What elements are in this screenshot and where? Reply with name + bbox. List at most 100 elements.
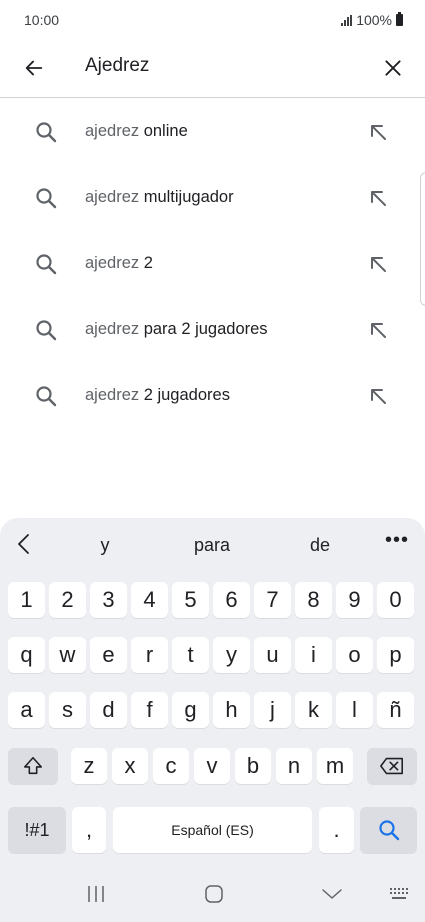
key-a[interactable]: a bbox=[8, 692, 45, 728]
backspace-key[interactable] bbox=[367, 748, 417, 784]
search-header: Ajedrez bbox=[0, 40, 425, 98]
key-g[interactable]: g bbox=[172, 692, 209, 728]
key-h[interactable]: h bbox=[213, 692, 250, 728]
suggestion-item[interactable]: ajedrez multijugador bbox=[0, 165, 425, 231]
keyboard-icon bbox=[390, 888, 408, 899]
chevron-down-icon bbox=[322, 889, 342, 899]
search-icon bbox=[36, 254, 57, 275]
suggestion-list: ajedrez online ajedrez multijugador ajed… bbox=[0, 99, 425, 429]
suggestion-item[interactable]: ajedrez para 2 jugadores bbox=[0, 297, 425, 363]
keyboard: y para de ••• !#1 , Español (ES) . 1 2 3… bbox=[0, 518, 425, 922]
symbols-key[interactable]: !#1 bbox=[8, 807, 66, 853]
battery-text: 100% bbox=[356, 12, 392, 28]
key-c[interactable]: c bbox=[153, 748, 189, 784]
chevron-left-icon bbox=[18, 534, 29, 554]
key-f[interactable]: f bbox=[131, 692, 168, 728]
key-4[interactable]: 4 bbox=[131, 582, 168, 618]
suggestion-label: ajedrez multijugador bbox=[85, 188, 234, 207]
status-right: 100% bbox=[341, 12, 403, 28]
key-b[interactable]: b bbox=[235, 748, 271, 784]
prediction-word[interactable]: de bbox=[298, 535, 342, 556]
arrow-up-left-icon[interactable] bbox=[366, 252, 390, 276]
key-q[interactable]: q bbox=[8, 637, 45, 673]
search-icon bbox=[36, 188, 57, 209]
signal-icon bbox=[341, 14, 353, 26]
status-bar: 10:00 100% bbox=[0, 0, 425, 40]
key-k[interactable]: k bbox=[295, 692, 332, 728]
space-key[interactable]: Español (ES) bbox=[113, 807, 312, 853]
key-8[interactable]: 8 bbox=[295, 582, 332, 618]
arrow-up-left-icon[interactable] bbox=[366, 318, 390, 342]
key-9[interactable]: 9 bbox=[336, 582, 373, 618]
key-n[interactable]: n bbox=[276, 748, 312, 784]
suggestion-label: ajedrez para 2 jugadores bbox=[85, 320, 268, 339]
key-d[interactable]: d bbox=[90, 692, 127, 728]
suggestion-rest: para 2 jugadores bbox=[139, 320, 268, 338]
period-key[interactable]: . bbox=[319, 807, 354, 853]
suggestion-label: ajedrez 2 bbox=[85, 254, 153, 273]
key-7[interactable]: 7 bbox=[254, 582, 291, 618]
home-button[interactable] bbox=[194, 878, 234, 910]
close-icon bbox=[385, 60, 401, 76]
key-u[interactable]: u bbox=[254, 637, 291, 673]
arrow-up-left-icon[interactable] bbox=[366, 120, 390, 144]
clear-button[interactable] bbox=[373, 48, 413, 88]
key-t[interactable]: t bbox=[172, 637, 209, 673]
key-m[interactable]: m bbox=[317, 748, 353, 784]
prediction-word[interactable]: para bbox=[182, 535, 242, 556]
status-time: 10:00 bbox=[24, 12, 60, 28]
recents-icon bbox=[88, 886, 104, 902]
prediction-bar: y para de ••• bbox=[0, 518, 425, 570]
key-v[interactable]: v bbox=[194, 748, 230, 784]
key-5[interactable]: 5 bbox=[172, 582, 209, 618]
key-l[interactable]: l bbox=[336, 692, 373, 728]
key-j[interactable]: j bbox=[254, 692, 291, 728]
search-icon bbox=[378, 820, 399, 841]
key-w[interactable]: w bbox=[49, 637, 86, 673]
key-p[interactable]: p bbox=[377, 637, 414, 673]
key-o[interactable]: o bbox=[336, 637, 373, 673]
key-x[interactable]: x bbox=[112, 748, 148, 784]
search-icon bbox=[36, 320, 57, 341]
suggestion-prefix: ajedrez bbox=[85, 320, 140, 338]
key-z[interactable]: z bbox=[71, 748, 107, 784]
arrow-up-left-icon[interactable] bbox=[366, 384, 390, 408]
key-s[interactable]: s bbox=[49, 692, 86, 728]
suggestion-item[interactable]: ajedrez online bbox=[0, 99, 425, 165]
suggestion-label: ajedrez online bbox=[85, 122, 188, 141]
more-options-button[interactable]: ••• bbox=[383, 529, 411, 557]
suggestion-item[interactable]: ajedrez 2 jugadores bbox=[0, 363, 425, 429]
search-icon bbox=[36, 386, 57, 407]
key-3[interactable]: 3 bbox=[90, 582, 127, 618]
prediction-word[interactable]: y bbox=[85, 535, 125, 556]
search-icon bbox=[36, 122, 57, 143]
search-key[interactable] bbox=[360, 807, 417, 853]
shift-icon bbox=[23, 756, 43, 775]
suggestion-prefix: ajedrez bbox=[85, 188, 140, 206]
suggestion-prefix: ajedrez bbox=[85, 254, 140, 272]
key-2[interactable]: 2 bbox=[49, 582, 86, 618]
key-e[interactable]: e bbox=[90, 637, 127, 673]
key-0[interactable]: 0 bbox=[377, 582, 414, 618]
key-1[interactable]: 1 bbox=[8, 582, 45, 618]
suggestion-rest: multijugador bbox=[139, 188, 234, 206]
back-button[interactable] bbox=[14, 48, 54, 88]
key-ñ[interactable]: ñ bbox=[377, 692, 414, 728]
edge-panel-handle[interactable] bbox=[420, 172, 425, 306]
key-r[interactable]: r bbox=[131, 637, 168, 673]
suggestion-item[interactable]: ajedrez 2 bbox=[0, 231, 425, 297]
suggestion-rest: 2 bbox=[139, 254, 153, 272]
keyboard-switch-button[interactable] bbox=[380, 878, 420, 910]
prediction-back-button[interactable] bbox=[10, 530, 38, 558]
arrow-up-left-icon[interactable] bbox=[366, 186, 390, 210]
suggestion-rest: 2 jugadores bbox=[139, 386, 230, 404]
suggestion-prefix: ajedrez bbox=[85, 122, 140, 140]
hide-keyboard-button[interactable] bbox=[312, 878, 352, 910]
recents-button[interactable] bbox=[76, 878, 116, 910]
key-6[interactable]: 6 bbox=[213, 582, 250, 618]
key-y[interactable]: y bbox=[213, 637, 250, 673]
shift-key[interactable] bbox=[8, 748, 58, 784]
search-input[interactable]: Ajedrez bbox=[85, 55, 149, 77]
key-i[interactable]: i bbox=[295, 637, 332, 673]
comma-key[interactable]: , bbox=[72, 807, 106, 853]
